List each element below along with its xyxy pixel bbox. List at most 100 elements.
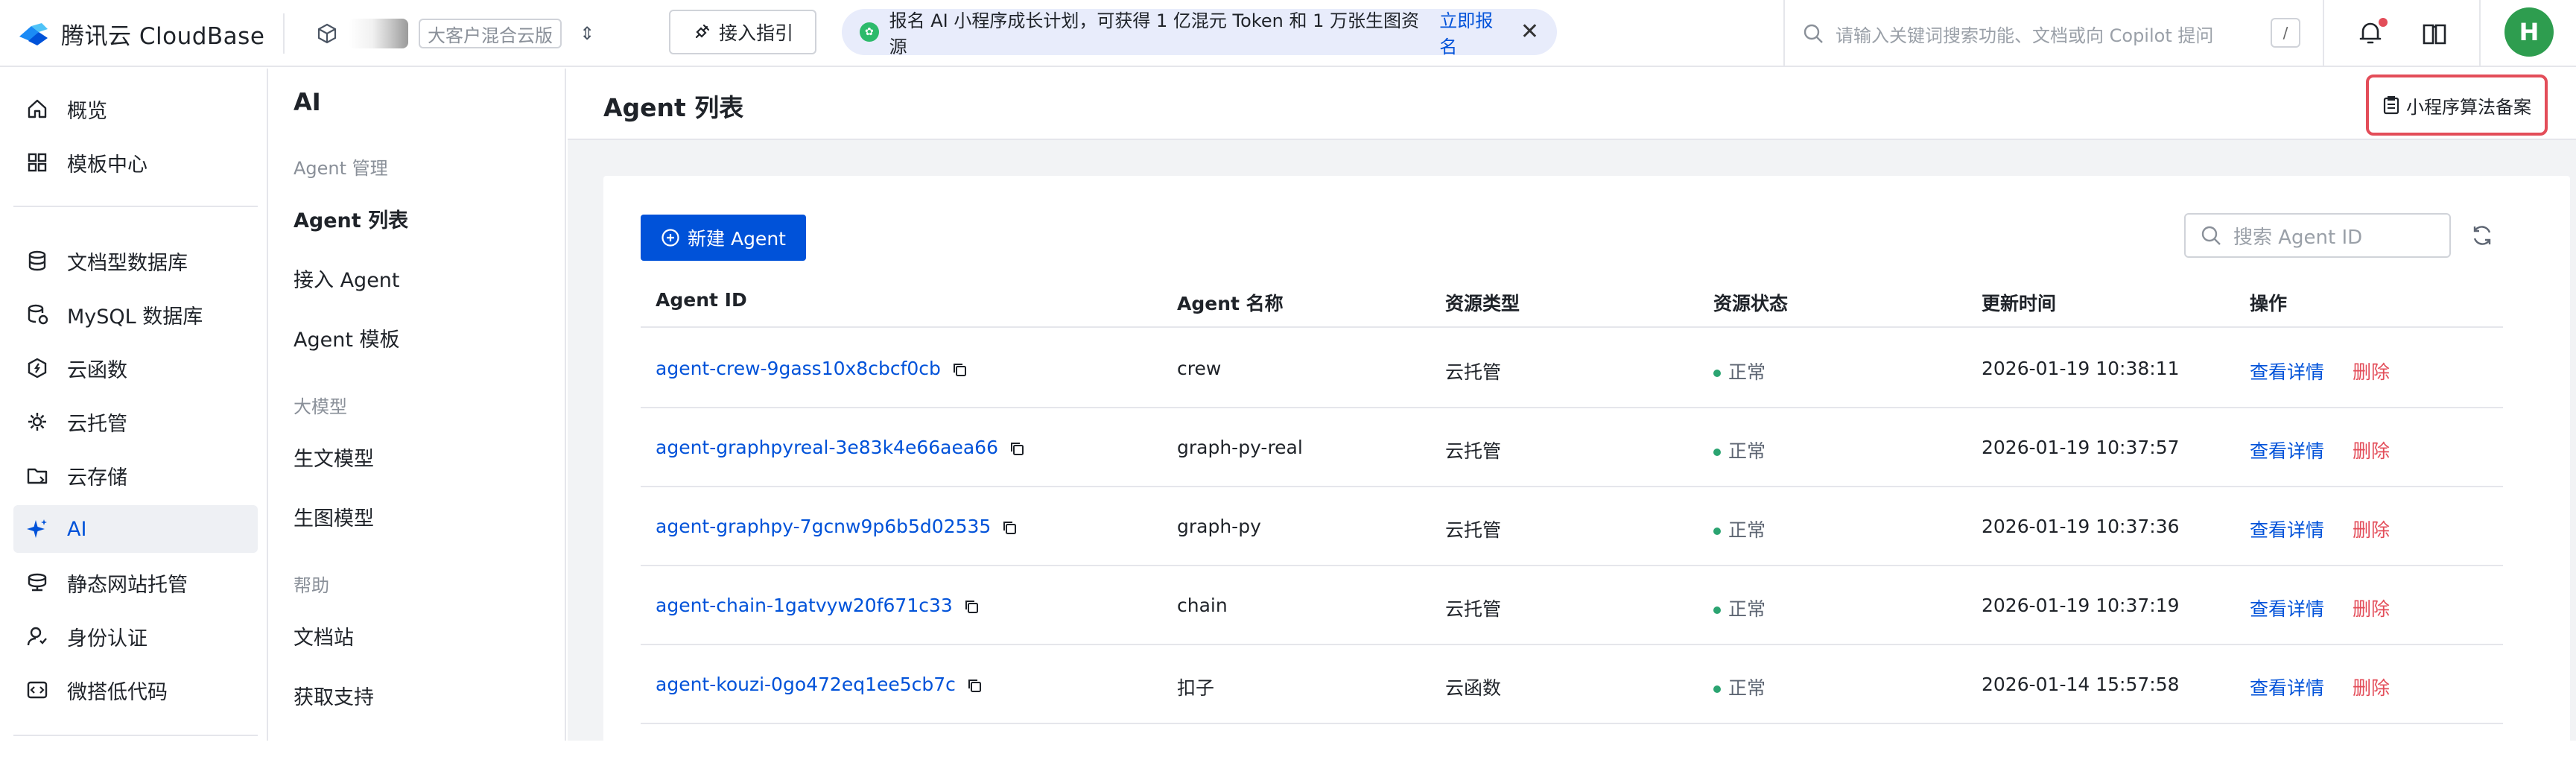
identity-icon xyxy=(27,627,47,646)
environment-avatar xyxy=(349,19,408,48)
subnav-group-help: 帮助 xyxy=(294,575,329,596)
sidebar-item-mysql[interactable]: MySQL 数据库 xyxy=(13,291,258,338)
copy-icon[interactable] xyxy=(963,598,980,615)
delete-link[interactable]: 删除 xyxy=(2353,674,2390,700)
agent-id-link[interactable]: agent-graphpyreal-3e83k4e66aea66 xyxy=(656,437,1025,458)
plus-circle-icon xyxy=(662,229,679,247)
delete-link[interactable]: 删除 xyxy=(2353,516,2390,542)
sidebar-item-storage[interactable]: 云存储 xyxy=(13,452,258,499)
sidebar-item-lowcode[interactable]: 微搭低代码 xyxy=(13,666,258,714)
table-row: agent-chain-1gatvyw20f671c33 chain 云托管 正… xyxy=(641,566,2503,645)
resource-type: 云托管 xyxy=(1445,598,1502,620)
sidebar-item-label: AI xyxy=(67,517,87,541)
sidebar-item-document-db[interactable]: 文档型数据库 xyxy=(13,237,258,285)
delete-link[interactable]: 删除 xyxy=(2353,595,2390,621)
agent-name: crew xyxy=(1177,358,1222,379)
environment-selector[interactable]: 大客户混合云版 ⇕ xyxy=(316,16,594,51)
table-row: agent-graphpy-7gcnw9p6b5d02535 graph-py … xyxy=(641,487,2503,566)
storage-icon xyxy=(27,468,48,484)
database-icon xyxy=(28,250,46,271)
column-header-agent-id: Agent ID xyxy=(656,289,747,311)
resource-type: 云托管 xyxy=(1445,519,1502,541)
status-badge: 正常 xyxy=(1713,516,1766,542)
global-search[interactable]: 请输入关键词搜索功能、文档或向 Copilot 提问 xyxy=(1803,16,2324,51)
view-details-link[interactable]: 查看详情 xyxy=(2250,674,2324,700)
sidebar-item-label: 文档型数据库 xyxy=(67,251,188,275)
sidebar-item-ai[interactable]: AI xyxy=(13,505,258,553)
agent-id-link[interactable]: agent-kouzi-0go472eq1ee5cb7c xyxy=(656,674,983,695)
switch-arrows-icon[interactable]: ⇕ xyxy=(580,23,594,44)
sidebar-item-overview[interactable]: 概览 xyxy=(13,85,258,133)
copy-icon[interactable] xyxy=(1001,519,1018,536)
divider xyxy=(2479,0,2481,67)
status-badge: 正常 xyxy=(1713,595,1766,621)
column-header-resource-type: 资源类型 xyxy=(1445,293,1520,314)
sidebar-item-templates[interactable]: 模板中心 xyxy=(13,139,258,186)
mysql-database-icon xyxy=(28,304,48,325)
promo-banner: ✿ 报名 AI 小程序成长计划，可获得 1 亿混元 Token 和 1 万张生图… xyxy=(842,6,1557,58)
cloudbase-logo-icon xyxy=(19,23,48,45)
sidebar-item-cloud-hosting[interactable]: 云托管 xyxy=(13,398,258,446)
new-agent-label: 新建 Agent xyxy=(688,228,786,250)
subnav-item-connect-agent[interactable]: 接入 Agent xyxy=(294,264,400,293)
subnav-item-agent-list[interactable]: Agent 列表 xyxy=(294,204,408,233)
docs-book-icon[interactable] xyxy=(2418,18,2451,51)
promo-signup-link[interactable]: 立即报名 xyxy=(1439,6,1510,58)
brand-logo[interactable]: 腾讯云 CloudBase xyxy=(16,16,264,51)
agent-id-link[interactable]: agent-crew-9gass10x8cbcf0cb xyxy=(656,358,968,379)
agent-list-card: 新建 Agent 搜索 Agent ID Agent ID Agent 名称 资… xyxy=(603,176,2570,757)
sidebar-item-label: 模板中心 xyxy=(67,153,147,177)
ai-subnav: AI Agent 管理 Agent 列表 接入 Agent Agent 模板 大… xyxy=(270,69,566,741)
sidebar-item-label: 身份认证 xyxy=(67,627,147,650)
copy-icon[interactable] xyxy=(1009,440,1025,457)
home-icon xyxy=(28,99,47,118)
search-shortcut-key: / xyxy=(2271,18,2300,48)
subnav-item-image-model[interactable]: 生图模型 xyxy=(294,502,374,531)
subnav-item-docs[interactable]: 文档站 xyxy=(294,621,354,650)
page-title: Agent 列表 xyxy=(603,93,744,122)
agent-id-search-input[interactable]: 搜索 Agent ID xyxy=(2184,213,2451,258)
subnav-item-support[interactable]: 获取支持 xyxy=(294,681,374,710)
view-details-link[interactable]: 查看详情 xyxy=(2250,595,2324,621)
lowcode-icon xyxy=(27,681,48,699)
close-icon[interactable]: ✕ xyxy=(1520,21,1539,43)
algorithm-filing-button[interactable]: 小程序算法备案 xyxy=(2366,75,2548,136)
static-site-icon xyxy=(28,573,47,592)
new-agent-button[interactable]: 新建 Agent xyxy=(641,215,806,261)
delete-link[interactable]: 删除 xyxy=(2353,437,2390,463)
view-details-link[interactable]: 查看详情 xyxy=(2250,516,2324,542)
notification-dot xyxy=(2379,18,2388,27)
table-row: agent-graphpyreal-3e83k4e66aea66 graph-p… xyxy=(641,408,2503,487)
subnav-item-agent-template[interactable]: Agent 模板 xyxy=(294,323,400,352)
ai-sparkle-icon xyxy=(27,519,47,538)
page-header: Agent 列表 小程序算法备案 xyxy=(568,69,2576,140)
delete-link[interactable]: 删除 xyxy=(2353,358,2390,384)
agent-id-link[interactable]: agent-graphpy-7gcnw9p6b5d02535 xyxy=(656,516,1018,537)
subnav-group-agent: Agent 管理 xyxy=(294,158,388,179)
access-guide-button[interactable]: 接入指引 xyxy=(669,10,816,54)
global-search-placeholder: 请输入关键词搜索功能、文档或向 Copilot 提问 xyxy=(1836,25,2214,46)
resource-type: 云托管 xyxy=(1445,361,1502,383)
sidebar-item-identity[interactable]: 身份认证 xyxy=(13,612,258,660)
sidebar-item-label: 云存储 xyxy=(67,466,127,490)
view-details-link[interactable]: 查看详情 xyxy=(2250,358,2324,384)
copy-icon[interactable] xyxy=(951,361,968,378)
subnav-title: AI xyxy=(294,88,321,116)
agent-id-search-placeholder: 搜索 Agent ID xyxy=(2233,226,2363,249)
table-row: agent-kouzi-0go472eq1ee5cb7c 扣子 云函数 正常 2… xyxy=(641,645,2503,724)
sidebar-item-label: 微搭低代码 xyxy=(67,680,168,704)
copy-icon[interactable] xyxy=(966,677,983,694)
sidebar-item-functions[interactable]: 云函数 xyxy=(13,344,258,392)
view-details-link[interactable]: 查看详情 xyxy=(2250,437,2324,463)
promo-badge-icon: ✿ xyxy=(860,22,879,42)
status-badge: 正常 xyxy=(1713,674,1766,700)
agent-name: graph-py-real xyxy=(1177,437,1303,458)
refresh-icon[interactable] xyxy=(2469,222,2496,249)
sidebar-item-label: 静态网站托管 xyxy=(67,573,188,597)
agent-id-link[interactable]: agent-chain-1gatvyw20f671c33 xyxy=(656,595,980,616)
sidebar-item-label: MySQL 数据库 xyxy=(67,305,203,329)
subnav-group-models: 大模型 xyxy=(294,396,347,417)
subnav-item-text-model[interactable]: 生文模型 xyxy=(294,443,374,472)
sidebar-item-static-site[interactable]: 静态网站托管 xyxy=(13,559,258,606)
user-avatar[interactable]: H xyxy=(2504,7,2554,57)
